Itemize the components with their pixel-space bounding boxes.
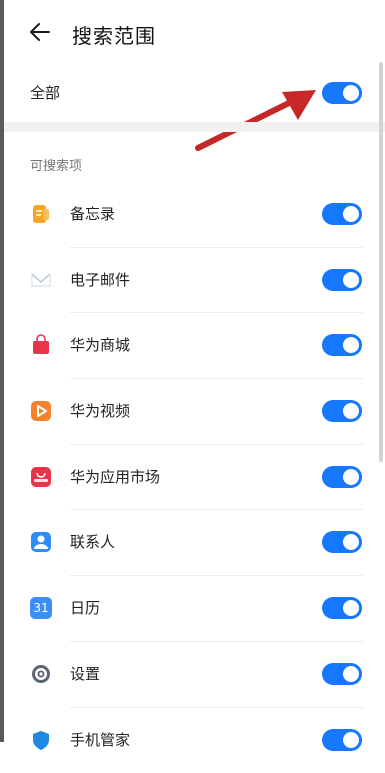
all-label: 全部: [30, 82, 60, 103]
item-label: 联系人: [70, 531, 115, 552]
list-item-settings[interactable]: 设置: [0, 642, 385, 708]
arrow-left-icon: [29, 21, 51, 43]
item-toggle[interactable]: [322, 334, 362, 356]
list-item-email[interactable]: 电子邮件: [0, 248, 385, 314]
top-bar: 搜索范围: [0, 0, 385, 68]
item-toggle[interactable]: [322, 663, 362, 685]
section-title: 可搜索项: [30, 155, 82, 174]
list-item-vmall[interactable]: 华为商城: [0, 313, 385, 379]
item-toggle[interactable]: [322, 597, 362, 619]
app-gallery-icon: [30, 466, 52, 488]
list-item-calendar[interactable]: 31 日历: [0, 576, 385, 642]
item-label: 华为商城: [70, 334, 130, 355]
item-label: 手机管家: [70, 729, 130, 750]
back-button[interactable]: [26, 18, 54, 46]
list-item-memo[interactable]: 备忘录: [0, 182, 385, 248]
list-item-phone-manager[interactable]: 手机管家: [0, 708, 385, 773]
item-label: 日历: [70, 597, 100, 618]
settings-gear-icon: [30, 663, 52, 685]
item-label: 华为应用市场: [70, 466, 160, 487]
page-title: 搜索范围: [72, 20, 156, 49]
section-divider: [4, 122, 385, 132]
memo-icon: [30, 203, 52, 225]
item-toggle[interactable]: [322, 531, 362, 553]
item-label: 备忘录: [70, 203, 115, 224]
annotation-arrow-icon: [190, 78, 320, 158]
item-toggle[interactable]: [322, 466, 362, 488]
phone-manager-shield-icon: [30, 729, 52, 751]
list-item-video[interactable]: 华为视频: [0, 379, 385, 445]
contacts-icon: [30, 531, 52, 553]
item-toggle[interactable]: [322, 203, 362, 225]
item-toggle[interactable]: [322, 729, 362, 751]
shopping-bag-icon: [30, 334, 52, 356]
item-toggle[interactable]: [322, 269, 362, 291]
email-icon: [30, 269, 52, 291]
list-item-appgallery[interactable]: 华为应用市场: [0, 445, 385, 511]
scrollbar[interactable]: [379, 62, 383, 462]
search-items-list: 备忘录 电子邮件 华为商城 华为视频: [0, 182, 385, 773]
all-toggle[interactable]: [322, 82, 362, 104]
item-toggle[interactable]: [322, 400, 362, 422]
list-item-contacts[interactable]: 联系人: [0, 510, 385, 576]
item-label: 华为视频: [70, 400, 130, 421]
item-label: 电子邮件: [70, 269, 130, 290]
item-label: 设置: [70, 663, 100, 684]
video-play-icon: [30, 400, 52, 422]
calendar-icon: 31: [30, 597, 52, 619]
